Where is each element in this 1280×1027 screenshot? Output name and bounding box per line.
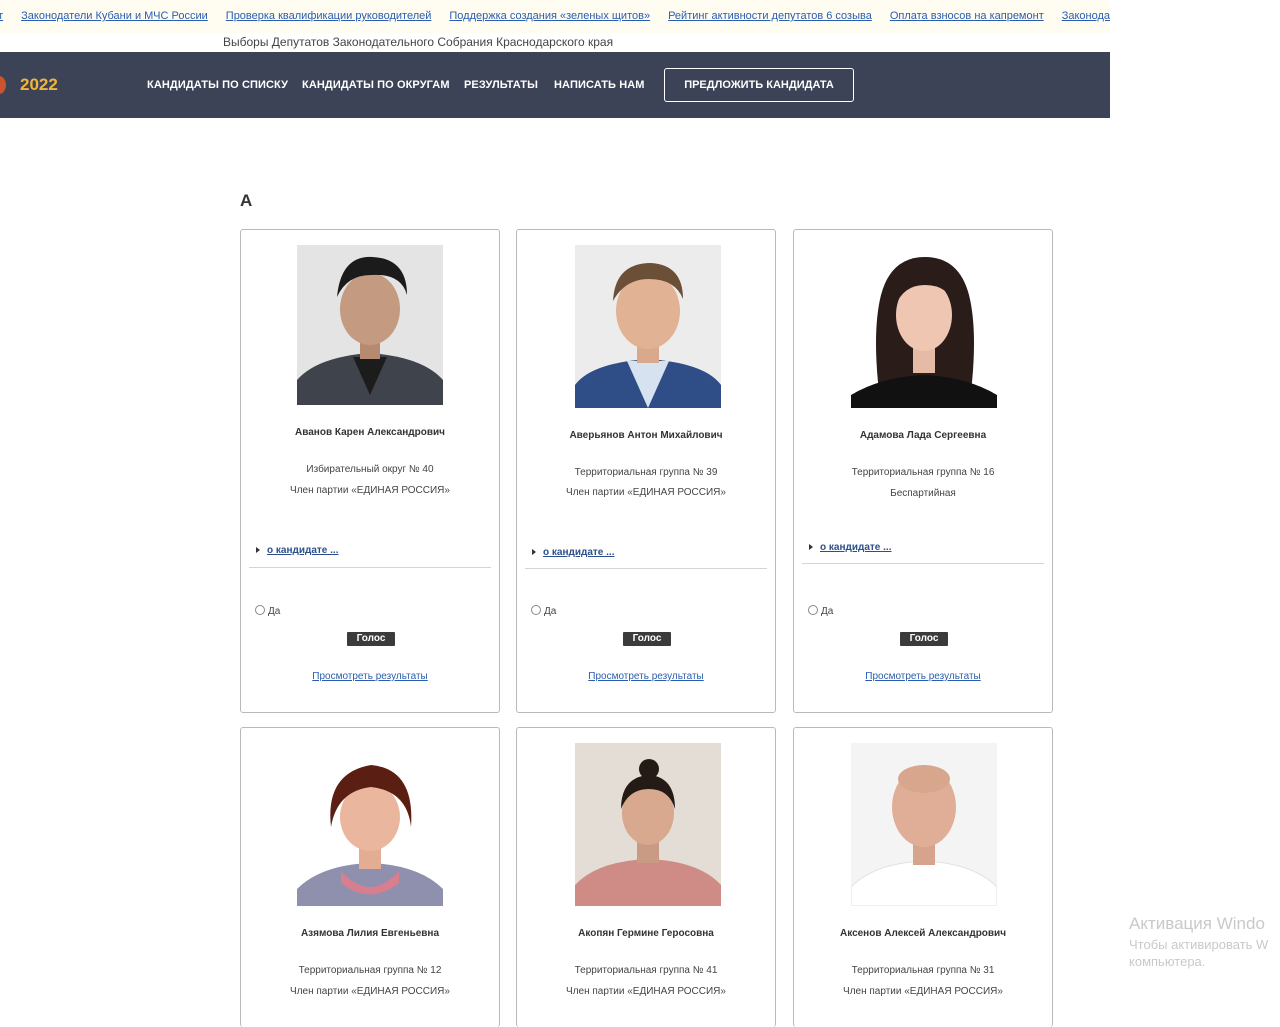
radio-icon[interactable]	[808, 605, 818, 615]
candidate-card: Акопян Гермине Геросовна Территориальная…	[516, 727, 776, 1027]
candidate-party: Беспартийная	[890, 488, 956, 499]
main-navbar: 2022 КАНДИДАТЫ ПО СПИСКУ КАНДИДАТЫ ПО ОК…	[0, 52, 1110, 118]
view-results-link[interactable]: Просмотреть результаты	[517, 671, 775, 682]
candidate-name: Адамова Лада Сергеевна	[859, 430, 987, 441]
view-results-link[interactable]: Просмотреть результаты	[794, 671, 1052, 682]
watermark-line: компьютера.	[1129, 954, 1206, 969]
caret-right-icon	[809, 544, 813, 550]
windows-activation-watermark: Активация Windo Чтобы активировать W ком…	[1129, 914, 1268, 969]
vote-button[interactable]: Голос	[900, 632, 948, 646]
radio-icon[interactable]	[531, 605, 541, 615]
vote-option-yes[interactable]: Да	[531, 605, 556, 617]
about-candidate-link[interactable]: о кандидате ...	[532, 547, 614, 558]
vote-button[interactable]: Голос	[347, 632, 395, 646]
nav-contact[interactable]: НАПИСАТЬ НАМ	[554, 79, 645, 91]
candidate-photo	[575, 245, 721, 408]
candidate-district: Территориальная группа № 16	[851, 467, 995, 478]
candidate-party: Член партии «ЕДИНАЯ РОССИЯ»	[566, 986, 726, 997]
top-link[interactable]: Проверка квалификации руководителей	[226, 10, 432, 22]
divider	[525, 568, 767, 569]
vote-button[interactable]: Голос	[623, 632, 671, 646]
candidate-name: Аванов Карен Александрович	[295, 427, 445, 438]
top-link[interactable]: Законодатели Кубани и МЧС России	[21, 10, 208, 22]
watermark-title: Активация Windo	[1129, 914, 1265, 933]
top-link[interactable]: нт	[0, 10, 3, 22]
candidate-district: Территориальная группа № 41	[574, 965, 718, 976]
radio-icon[interactable]	[255, 605, 265, 615]
suggest-candidate-button[interactable]: ПРЕДЛОЖИТЬ КАНДИДАТА	[664, 68, 854, 102]
caret-right-icon	[256, 547, 260, 553]
candidate-name: Аксенов Алексей Александрович	[839, 928, 1007, 939]
candidate-party: Член партии «ЕДИНАЯ РОССИЯ»	[290, 485, 450, 496]
vote-option-yes[interactable]: Да	[255, 605, 280, 617]
candidate-party: Член партии «ЕДИНАЯ РОССИЯ»	[290, 986, 450, 997]
watermark-line: Чтобы активировать W	[1129, 937, 1269, 952]
candidate-name: Акопян Гермине Геросовна	[578, 928, 714, 939]
candidate-photo	[851, 743, 997, 906]
candidate-card: Аксенов Алексей Александрович Территориа…	[793, 727, 1053, 1027]
vote-option-yes[interactable]: Да	[808, 605, 833, 617]
candidate-party: Член партии «ЕДИНАЯ РОССИЯ»	[566, 487, 726, 498]
candidate-card: Азямова Лилия Евгеньевна Территориальная…	[240, 727, 500, 1027]
candidate-name: Азямова Лилия Евгеньевна	[300, 928, 440, 939]
top-links-row: нт Законодатели Кубани и МЧС России Провер…	[0, 10, 1110, 22]
nav-results[interactable]: РЕЗУЛЬТАТЫ	[464, 79, 538, 91]
candidate-district: Территориальная группа № 31	[851, 965, 995, 976]
section-letter: А	[240, 191, 253, 210]
candidate-photo	[851, 245, 997, 408]
top-link[interactable]: Оплата взносов на капремонт	[890, 10, 1044, 22]
candidate-district: Территориальная группа № 39	[574, 467, 718, 478]
divider	[249, 567, 491, 568]
candidate-district: Территориальная группа № 12	[298, 965, 442, 976]
top-links-bar: нт Законодатели Кубани и МЧС России Провер…	[0, 0, 1110, 33]
top-link[interactable]: Рейтинг активности депутатов 6 созыва	[668, 10, 872, 22]
nav-candidates-list[interactable]: КАНДИДАТЫ ПО СПИСКУ	[147, 79, 288, 91]
candidate-photo	[297, 743, 443, 906]
candidate-photo	[575, 743, 721, 906]
view-results-link[interactable]: Просмотреть результаты	[241, 671, 499, 682]
candidate-card: Аверьянов Антон Михайлович Территориальн…	[516, 229, 776, 713]
candidate-card: Аванов Карен Александрович Избирательный…	[240, 229, 500, 713]
about-candidate-link[interactable]: о кандидате ...	[809, 542, 891, 553]
candidate-name: Аверьянов Антон Михайлович	[569, 430, 723, 441]
divider	[802, 563, 1044, 564]
caret-right-icon	[532, 549, 536, 555]
nav-candidates-districts[interactable]: КАНДИДАТЫ ПО ОКРУГАМ	[302, 79, 450, 91]
about-candidate-link[interactable]: о кандидате ...	[256, 545, 338, 556]
top-link[interactable]: Законодат	[1062, 10, 1110, 22]
logo-year[interactable]: 2022	[20, 75, 58, 95]
top-link[interactable]: Поддержка создания «зеленых щитов»	[449, 10, 650, 22]
site-subtitle: Выборы Депутатов Законодательного Собран…	[223, 35, 614, 49]
candidate-district: Избирательный округ № 40	[306, 464, 434, 475]
candidate-card: Адамова Лада Сергеевна Территориальная г…	[793, 229, 1053, 713]
candidate-photo	[297, 245, 443, 405]
candidate-party: Член партии «ЕДИНАЯ РОССИЯ»	[843, 986, 1003, 997]
emblem-icon	[0, 76, 6, 94]
